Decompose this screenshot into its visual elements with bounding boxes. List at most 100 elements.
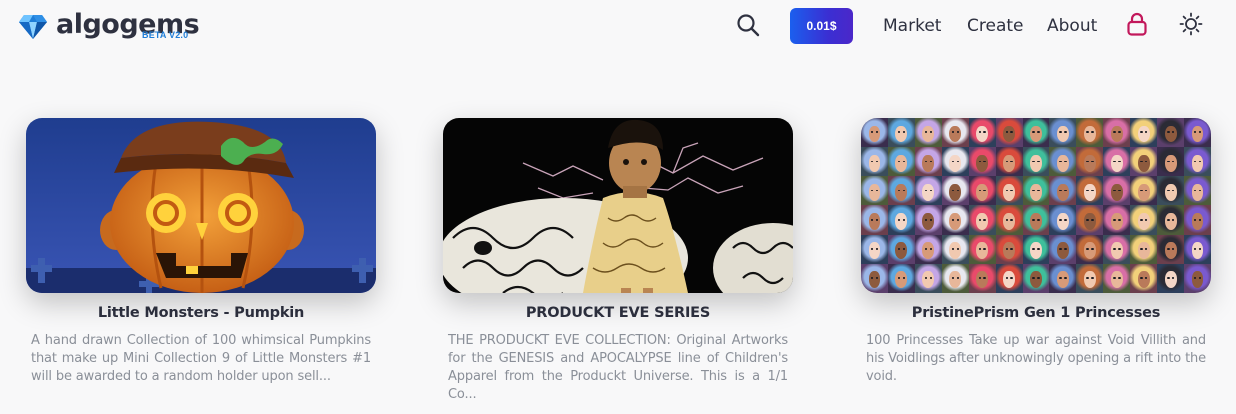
- collection-image[interactable]: [861, 118, 1211, 293]
- princess-portrait: [1103, 205, 1131, 235]
- collection-image[interactable]: [26, 118, 376, 293]
- princess-portrait: [968, 234, 996, 264]
- search-icon[interactable]: [736, 13, 760, 37]
- princess-portrait: [887, 205, 915, 235]
- princess-portrait: [887, 118, 915, 148]
- princess-portrait: [1049, 263, 1077, 293]
- princess-portrait: [1103, 147, 1131, 177]
- princess-portrait: [1103, 234, 1131, 264]
- princess-portrait: [914, 118, 942, 148]
- eve-artwork: [443, 118, 793, 293]
- princess-portrait: [1184, 205, 1211, 235]
- pumpkin-artwork: [26, 118, 376, 293]
- princess-portrait: [995, 234, 1023, 264]
- diamond-icon: [19, 15, 47, 39]
- princess-portrait: [995, 176, 1023, 206]
- princess-portrait: [1022, 118, 1050, 148]
- princess-portrait: [1076, 147, 1104, 177]
- princess-portrait: [1022, 147, 1050, 177]
- princess-portrait: [861, 263, 888, 293]
- princess-portrait: [941, 147, 969, 177]
- princess-portrait: [914, 205, 942, 235]
- princess-portrait: [995, 118, 1023, 148]
- collection-description: 100 Princesses Take up war against Void …: [866, 333, 1206, 384]
- princess-portrait: [1157, 234, 1185, 264]
- princess-portrait: [995, 147, 1023, 177]
- princess-portrait: [1103, 176, 1131, 206]
- princess-portrait: [968, 176, 996, 206]
- princess-portrait: [968, 263, 996, 293]
- lock-icon[interactable]: [1126, 12, 1148, 36]
- collection-card[interactable]: PristinePrism Gen 1 Princesses 100 Princ…: [861, 118, 1211, 386]
- princess-portrait: [1076, 176, 1104, 206]
- princess-portrait: [1184, 118, 1211, 148]
- princess-portrait: [1049, 234, 1077, 264]
- princess-portrait: [861, 205, 888, 235]
- princess-portrait: [861, 234, 888, 264]
- princess-portrait: [1022, 234, 1050, 264]
- princess-portrait: [887, 147, 915, 177]
- princess-portrait: [1049, 176, 1077, 206]
- princess-portrait: [1184, 263, 1211, 293]
- top-navbar: algogems BETA V2.0 0.01$ Market Create A…: [0, 0, 1236, 56]
- princess-portrait: [1076, 234, 1104, 264]
- princess-portrait: [914, 263, 942, 293]
- princess-portrait: [1184, 147, 1211, 177]
- princess-portrait: [1130, 147, 1158, 177]
- princess-portrait: [887, 263, 915, 293]
- princess-portrait: [1103, 263, 1131, 293]
- princess-portrait: [861, 118, 888, 148]
- princess-portrait: [1130, 176, 1158, 206]
- princess-portrait: [1022, 205, 1050, 235]
- collection-title[interactable]: PristinePrism Gen 1 Princesses: [861, 305, 1211, 321]
- collection-title[interactable]: PRODUCKT EVE SERIES: [443, 305, 793, 321]
- princess-portrait: [995, 263, 1023, 293]
- princess-portrait: [968, 205, 996, 235]
- princess-portrait: [1184, 234, 1211, 264]
- princess-portrait-grid: [861, 118, 1211, 293]
- princess-portrait: [1049, 118, 1077, 148]
- collection-description: THE PRODUCKT EVE COLLECTION: Original Ar…: [448, 333, 788, 402]
- princess-portrait: [1049, 205, 1077, 235]
- princess-portrait: [1130, 234, 1158, 264]
- princess-portrait: [941, 205, 969, 235]
- collection-title[interactable]: Little Monsters - Pumpkin: [26, 305, 376, 321]
- nav-create-link[interactable]: Create: [967, 16, 1024, 36]
- princess-portrait: [1130, 263, 1158, 293]
- princess-portrait: [1103, 118, 1131, 148]
- princess-portrait: [995, 205, 1023, 235]
- version-badge: BETA V2.0: [142, 30, 189, 40]
- princess-portrait: [1157, 205, 1185, 235]
- princess-portrait: [941, 263, 969, 293]
- collection-description: A hand drawn Collection of 100 whimsical…: [31, 333, 371, 384]
- algo-price-button[interactable]: 0.01$: [790, 8, 853, 44]
- princess-portrait: [1157, 176, 1185, 206]
- princess-portrait: [887, 176, 915, 206]
- princess-portrait: [861, 147, 888, 177]
- princess-portrait: [914, 234, 942, 264]
- sun-icon[interactable]: [1179, 12, 1203, 36]
- princess-portrait: [1157, 263, 1185, 293]
- princess-portrait: [1022, 263, 1050, 293]
- princess-portrait: [1157, 118, 1185, 148]
- nav-market-link[interactable]: Market: [883, 16, 941, 36]
- princess-portrait: [941, 234, 969, 264]
- princess-portrait: [1184, 176, 1211, 206]
- princess-portrait: [861, 176, 888, 206]
- princess-portrait: [1130, 118, 1158, 148]
- princess-portrait: [1076, 263, 1104, 293]
- princess-portrait: [1049, 147, 1077, 177]
- princess-portrait: [1076, 118, 1104, 148]
- princess-portrait: [941, 176, 969, 206]
- princess-portrait: [1157, 147, 1185, 177]
- princess-portrait: [914, 147, 942, 177]
- princess-portrait: [941, 118, 969, 148]
- collection-card[interactable]: PRODUCKT EVE SERIES THE PRODUCKT EVE COL…: [443, 118, 793, 404]
- collection-image[interactable]: [443, 118, 793, 293]
- princess-portrait: [1022, 176, 1050, 206]
- princess-portrait: [968, 147, 996, 177]
- princess-portrait: [1130, 205, 1158, 235]
- princess-portrait: [887, 234, 915, 264]
- nav-about-link[interactable]: About: [1047, 16, 1097, 36]
- collection-card[interactable]: Little Monsters - Pumpkin A hand drawn C…: [26, 118, 376, 386]
